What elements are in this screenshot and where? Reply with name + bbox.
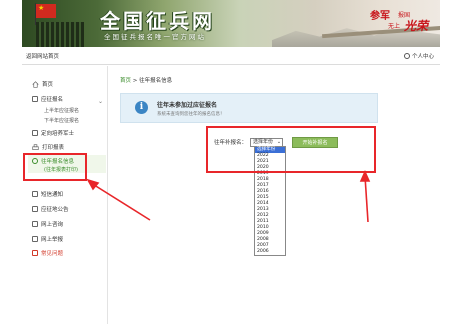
star-icon: ★ — [38, 4, 45, 12]
sidebar-item-local-announcement[interactable]: 应征地公告 — [32, 205, 69, 213]
sidebar-item-home[interactable]: 首页 — [32, 80, 53, 88]
printer-icon — [32, 143, 39, 150]
site-banner: ★ 全国征兵网 全国征兵报名唯一官方网站 参军 报国 无上 光荣 — [22, 0, 440, 47]
chat-icon — [32, 221, 38, 227]
breadcrumb-separator: > — [132, 78, 138, 84]
personal-center-link[interactable]: 个人中心 — [403, 52, 434, 60]
question-icon — [32, 250, 38, 256]
sidebar-item-online-report[interactable]: 网上举报 — [32, 235, 63, 243]
breadcrumb-current: 往年报名信息 — [139, 78, 173, 84]
site-title[interactable]: 全国征兵网 — [100, 5, 215, 34]
home-icon — [32, 80, 39, 88]
document-icon — [32, 130, 38, 136]
info-notice: i 往年未参加过应征报名 系统未查询到您往年的报名信息！ — [120, 93, 378, 123]
sidebar-subitem-first-half[interactable]: 上半年应征报名 — [44, 107, 79, 114]
document-icon — [32, 206, 38, 212]
slogan-glory: 光荣 — [404, 19, 429, 33]
back-to-home-link[interactable]: 返回网站首页 — [26, 52, 59, 60]
info-icon: i — [135, 101, 148, 114]
sidebar-item-label: 短信通知 — [41, 192, 64, 198]
sidebar-item-directed-training[interactable]: 定向培养军士 — [32, 129, 74, 137]
sidebar-subitem-second-half[interactable]: 下半年应征报名 — [44, 117, 79, 124]
sidebar-item-sms-notice[interactable]: 短信通知 — [32, 190, 63, 198]
chevron-down-icon[interactable]: ⌄ — [98, 98, 103, 105]
slogan-no-regret: 无上 — [388, 23, 401, 30]
highlight-box-sidebar — [23, 153, 87, 181]
monitor-icon — [32, 236, 38, 242]
sidebar-item-label: 网上咨询 — [41, 222, 64, 228]
sidebar-item-label: 定向培养军士 — [41, 131, 75, 137]
slogan-join: 参军 — [370, 11, 390, 22]
banner-soldiers-image — [36, 22, 84, 47]
top-nav-bar: 返回网站首页 个人中心 — [22, 49, 440, 65]
sidebar-item-online-consult[interactable]: 网上咨询 — [32, 220, 63, 228]
site-subtitle: 全国征兵报名唯一官方网站 — [104, 33, 206, 41]
sidebar-item-label: 网上举报 — [41, 237, 64, 243]
sidebar-item-label: 应征地公告 — [41, 207, 69, 213]
sidebar-item-label: 首页 — [42, 82, 54, 88]
sidebar-item-label: 常见问题 — [41, 251, 64, 257]
page-frame: 首页 应征报名 ⌄ 上半年应征报名 下半年应征报名 定向培养军士 打印报表 往年… — [22, 66, 440, 324]
notice-title: 往年未参加过应征报名 — [157, 102, 218, 109]
personal-center-label: 个人中心 — [411, 54, 434, 60]
sidebar-item-label: 打印报表 — [42, 145, 65, 151]
sidebar-item-label: 应征报名 — [41, 97, 64, 103]
sidebar-item-enlistment[interactable]: 应征报名 — [32, 95, 63, 103]
breadcrumb: 首页 > 往年报名信息 — [120, 76, 172, 84]
breadcrumb-home-link[interactable]: 首页 — [120, 78, 131, 84]
sidebar: 首页 应征报名 ⌄ 上半年应征报名 下半年应征报名 定向培养军士 打印报表 往年… — [22, 66, 108, 324]
document-icon — [32, 96, 38, 102]
notice-description: 系统未查询到您往年的报名信息！ — [157, 112, 225, 117]
message-icon — [32, 191, 38, 197]
sidebar-item-faq[interactable]: 常见问题 — [32, 249, 63, 257]
year-option[interactable]: 2006 — [255, 249, 285, 255]
user-icon — [403, 53, 410, 59]
sidebar-item-print-report[interactable]: 打印报表 — [32, 143, 64, 151]
highlight-box-form — [206, 126, 376, 173]
slogan-logo: 参军 报国 无上 光荣 — [366, 7, 438, 41]
